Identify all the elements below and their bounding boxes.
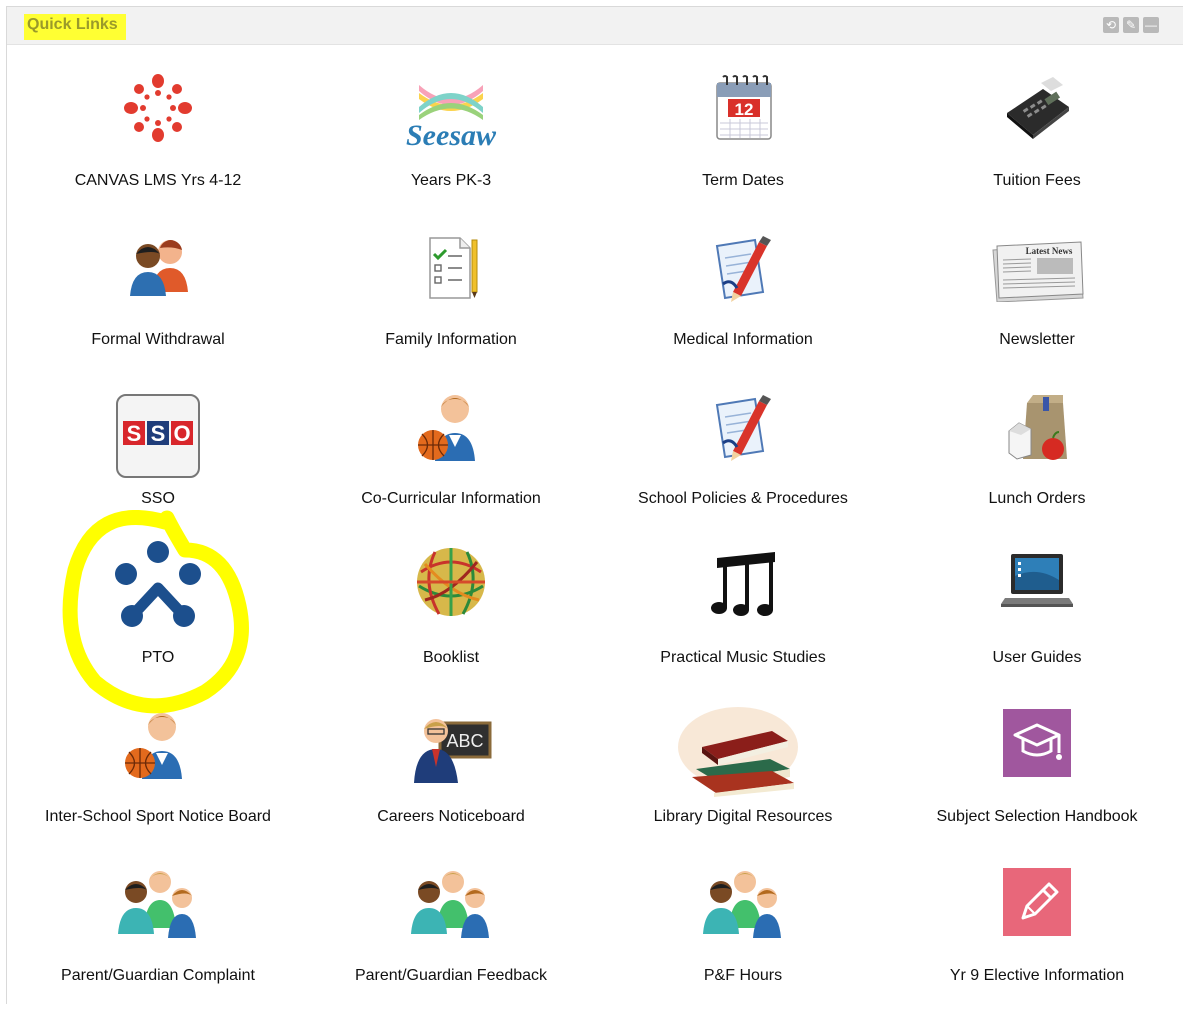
rubber-band-ball-icon bbox=[417, 548, 485, 616]
refresh-icon[interactable]: ⟲ bbox=[1103, 17, 1119, 33]
link-label: Inter-School Sport Notice Board bbox=[45, 808, 271, 825]
laptop-icon bbox=[1001, 554, 1073, 607]
link-label: Lunch Orders bbox=[988, 490, 1086, 507]
link-label: Medical Information bbox=[673, 331, 813, 348]
svg-text:S: S bbox=[127, 421, 142, 446]
music-notes-icon bbox=[711, 552, 775, 616]
link-label: Co-Curricular Information bbox=[361, 490, 541, 507]
link-label: Term Dates bbox=[702, 172, 784, 189]
sso-icon: SSO bbox=[116, 394, 200, 478]
people-icon bbox=[130, 239, 188, 296]
minimize-icon[interactable]: — bbox=[1143, 17, 1159, 33]
link-practical-music[interactable]: Practical Music Studies bbox=[598, 550, 888, 700]
svg-text:Seesaw: Seesaw bbox=[406, 119, 497, 152]
svg-text:12: 12 bbox=[735, 100, 754, 119]
card-terminal-icon bbox=[1007, 77, 1069, 139]
svg-text:Latest News: Latest News bbox=[1026, 246, 1073, 256]
link-seesaw[interactable]: Seesaw Years PK-3 bbox=[306, 73, 596, 223]
link-label: Newsletter bbox=[999, 331, 1075, 348]
link-formal-withdrawal[interactable]: Formal Withdrawal bbox=[13, 232, 303, 382]
link-pg-feedback[interactable]: Parent/Guardian Feedback bbox=[306, 868, 596, 1018]
link-school-policies[interactable]: School Policies & Procedures bbox=[598, 391, 888, 541]
link-label: Parent/Guardian Complaint bbox=[61, 967, 255, 984]
link-booklist[interactable]: Booklist bbox=[306, 548, 596, 700]
link-term-dates[interactable]: 12 Term Dates bbox=[598, 73, 888, 223]
link-label: Years PK-3 bbox=[410, 172, 492, 189]
document-pen-icon bbox=[715, 395, 771, 461]
link-label: Careers Noticeboard bbox=[377, 808, 525, 825]
link-label: Booklist bbox=[422, 649, 480, 666]
edit-icon[interactable]: ✎ bbox=[1123, 17, 1139, 33]
lunch-bag-icon bbox=[1008, 395, 1067, 460]
link-pf-hours[interactable]: P&F Hours bbox=[598, 868, 888, 1018]
pencil-tile-icon bbox=[1003, 868, 1071, 936]
calendar-icon: 12 bbox=[716, 75, 772, 140]
link-label: Family Information bbox=[385, 331, 517, 348]
link-newsletter[interactable]: Latest News Newsletter bbox=[892, 232, 1182, 382]
link-sso[interactable]: SSO SSO bbox=[13, 391, 303, 541]
checklist-icon bbox=[429, 237, 478, 299]
panel-header: Quick Links ⟲ ✎ — bbox=[7, 7, 1183, 45]
link-label: CANVAS LMS Yrs 4-12 bbox=[74, 172, 242, 189]
link-label: Parent/Guardian Feedback bbox=[354, 967, 548, 984]
family-icon bbox=[411, 871, 489, 938]
link-careers-noticeboard[interactable]: ABC Careers Noticeboard bbox=[306, 709, 596, 859]
link-label: Yr 9 Elective Information bbox=[949, 967, 1125, 984]
link-label: User Guides bbox=[992, 649, 1082, 666]
link-family-information[interactable]: Family Information bbox=[306, 232, 596, 382]
link-label: Subject Selection Handbook bbox=[936, 808, 1138, 825]
seesaw-logo-icon: Seesaw bbox=[406, 85, 497, 152]
link-pto[interactable]: PTO bbox=[13, 541, 303, 700]
link-label: Practical Music Studies bbox=[660, 649, 826, 666]
link-medical-information[interactable]: Medical Information bbox=[598, 232, 888, 382]
link-user-guides[interactable]: User Guides bbox=[892, 550, 1182, 700]
link-label: P&F Hours bbox=[703, 967, 783, 984]
link-label: Formal Withdrawal bbox=[91, 331, 225, 348]
link-co-curricular[interactable]: Co-Curricular Information bbox=[306, 391, 596, 541]
pto-logo-icon bbox=[115, 541, 201, 627]
link-label: Tuition Fees bbox=[993, 172, 1081, 189]
title-highlight: Quick Links bbox=[24, 14, 126, 40]
link-label: PTO bbox=[141, 649, 175, 666]
link-label: School Policies & Procedures bbox=[638, 490, 848, 507]
newspaper-icon: Latest News bbox=[992, 241, 1084, 302]
link-canvas-lms[interactable]: CANVAS LMS Yrs 4-12 bbox=[13, 73, 303, 223]
link-yr9-elective[interactable]: Yr 9 Elective Information bbox=[892, 868, 1182, 1018]
link-pg-complaint[interactable]: Parent/Guardian Complaint bbox=[13, 868, 303, 1018]
family-icon bbox=[703, 871, 781, 938]
link-label: SSO bbox=[141, 490, 175, 507]
teacher-icon: ABC bbox=[414, 719, 492, 783]
books-icon bbox=[678, 707, 798, 797]
document-pen-icon bbox=[715, 236, 771, 302]
svg-text:O: O bbox=[173, 421, 190, 446]
link-subject-selection[interactable]: Subject Selection Handbook bbox=[892, 709, 1182, 859]
family-icon bbox=[118, 871, 196, 938]
canvas-logo-icon bbox=[124, 74, 192, 142]
panel-title: Quick Links bbox=[27, 16, 118, 33]
link-label: Library Digital Resources bbox=[653, 808, 833, 825]
link-tuition-fees[interactable]: Tuition Fees bbox=[892, 73, 1182, 223]
link-library-digital[interactable]: Library Digital Resources bbox=[598, 707, 888, 859]
link-lunch-orders[interactable]: Lunch Orders bbox=[892, 391, 1182, 541]
graduation-cap-icon bbox=[1003, 709, 1071, 777]
student-basketball-icon bbox=[418, 395, 475, 461]
svg-text:ABC: ABC bbox=[446, 731, 483, 751]
link-inter-school-sport[interactable]: Inter-School Sport Notice Board bbox=[13, 709, 303, 859]
svg-text:S: S bbox=[151, 421, 166, 446]
student-basketball-icon bbox=[125, 713, 182, 779]
